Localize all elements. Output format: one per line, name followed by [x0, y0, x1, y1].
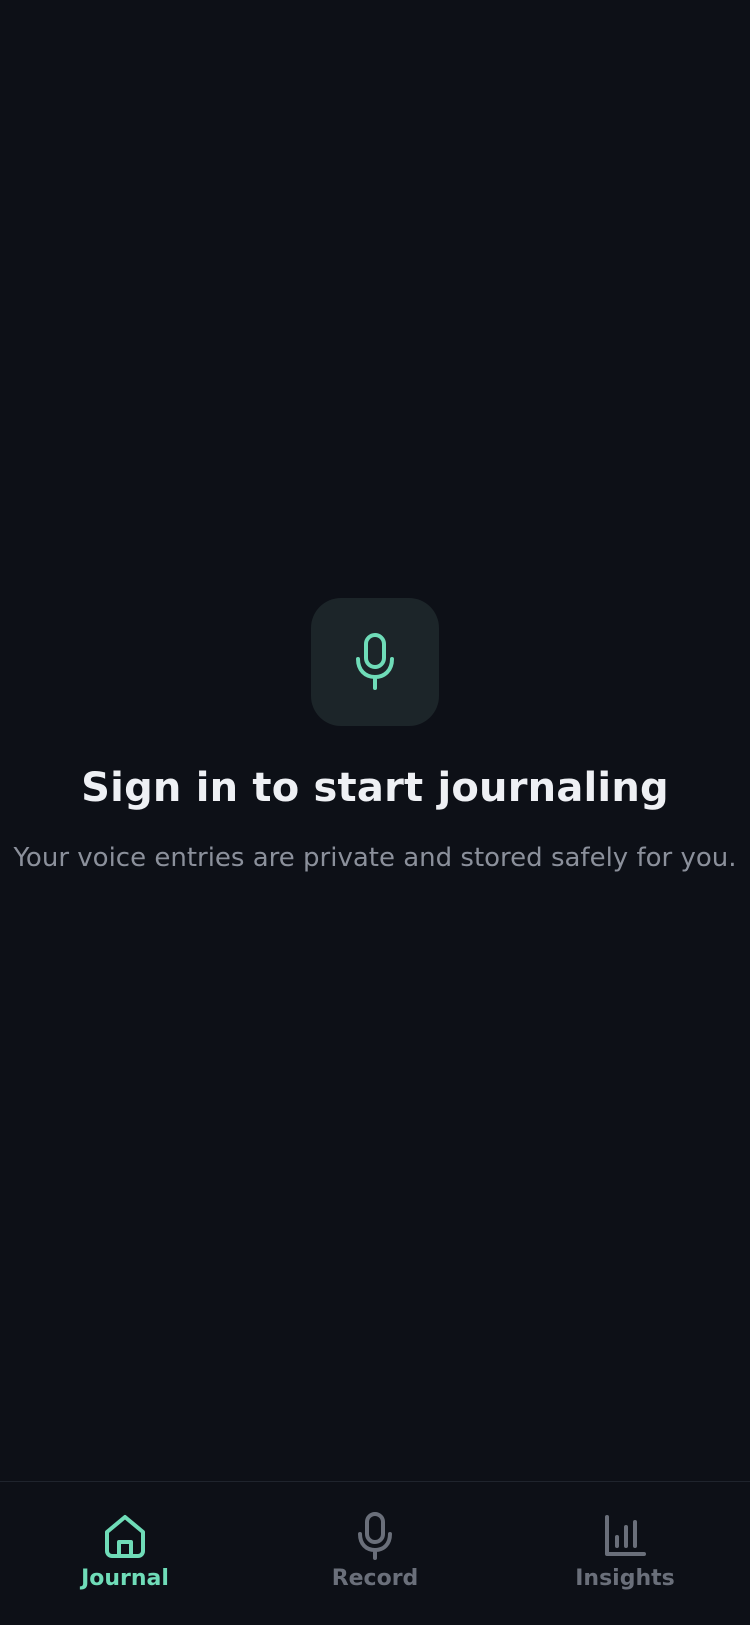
- microphone-icon: [351, 1512, 399, 1560]
- tab-journal[interactable]: Journal: [0, 1482, 250, 1625]
- tab-record-label: Record: [331, 1566, 419, 1591]
- bar-chart-icon: [601, 1512, 649, 1560]
- sign-in-title: Sign in to start journaling: [81, 765, 669, 811]
- microphone-tile: [311, 598, 439, 726]
- sign-in-empty-state: Sign in to start journaling Your voice e…: [0, 598, 750, 878]
- journal-screen: Sign in to start journaling Your voice e…: [0, 0, 750, 1625]
- home-icon: [101, 1512, 149, 1560]
- tab-insights[interactable]: Insights: [500, 1482, 750, 1625]
- sign-in-subtitle: Your voice entries are private and store…: [13, 843, 737, 873]
- microphone-icon: [356, 633, 394, 690]
- bottom-tab-bar: Journal Record Insights: [0, 1481, 750, 1625]
- tab-insights-label: Insights: [575, 1566, 675, 1591]
- tab-journal-label: Journal: [81, 1566, 169, 1591]
- tab-record[interactable]: Record: [250, 1482, 500, 1625]
